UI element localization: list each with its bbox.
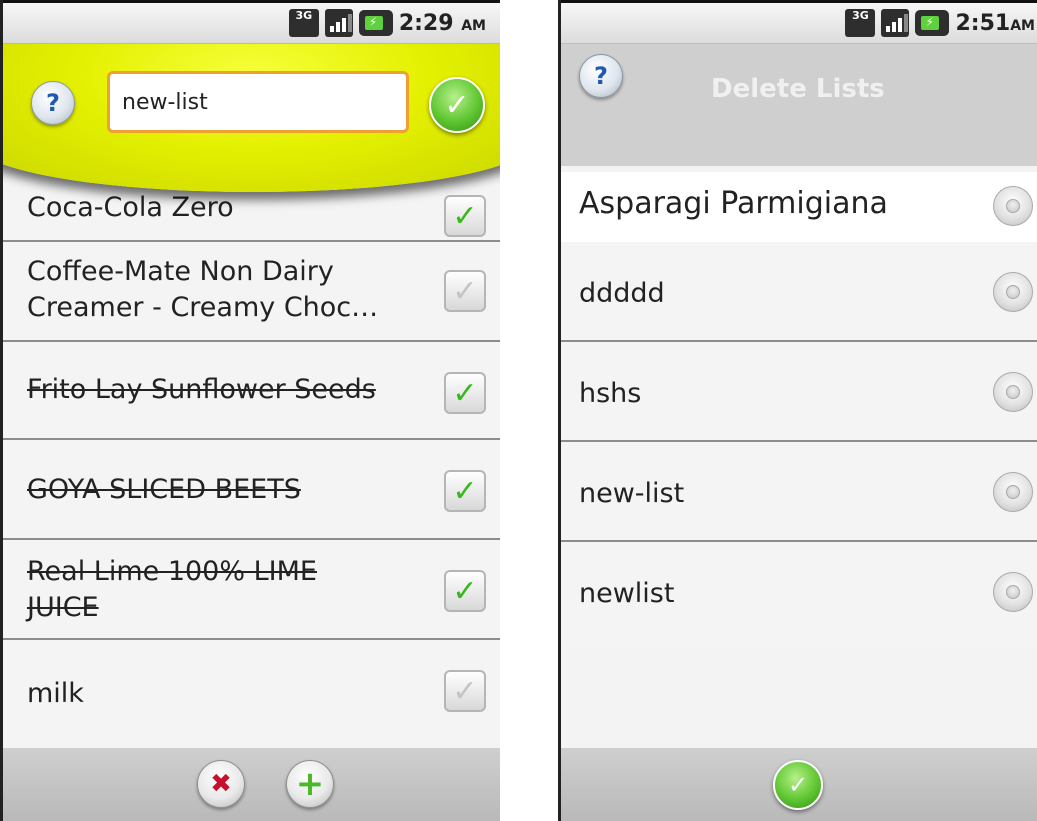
list-item[interactable]: hshs — [561, 342, 1037, 442]
bottom-toolbar: ✓ — [561, 748, 1037, 821]
select-radio[interactable] — [993, 186, 1033, 226]
checkmark-icon: ✓ — [444, 87, 470, 123]
status-clock: 2:51AM — [955, 10, 1035, 36]
list-name-header: ? ✓ — [3, 44, 500, 192]
list-name-input[interactable] — [107, 71, 409, 133]
list-item-label: GOYA SLICED BEETS — [27, 474, 301, 505]
list-item[interactable]: GOYA SLICED BEETS ✓ — [3, 440, 500, 540]
cancel-button[interactable]: ✖ — [197, 760, 245, 808]
list-item[interactable]: Coffee-Mate Non Dairy Creamer - Creamy C… — [3, 242, 500, 342]
signal-strength-icon — [324, 9, 353, 37]
list-item[interactable]: Real Lime 100% LIME JUICE ✓ — [3, 540, 500, 640]
list-item-label: hshs — [579, 378, 642, 409]
checkmark-icon: ✓ — [787, 771, 809, 799]
confirm-button[interactable]: ✓ — [429, 77, 485, 133]
select-radio[interactable] — [993, 272, 1033, 312]
select-radio[interactable] — [993, 372, 1033, 412]
status-bar: 3G ⚡ 2:29 AM — [3, 0, 500, 44]
list-item-label: Real Lime 100% LIME JUICE — [27, 556, 317, 623]
list-item[interactable]: milk ✓ — [3, 640, 500, 750]
3g-network-icon: 3G — [288, 9, 319, 37]
list-item-label: Frito Lay Sunflower Seeds — [27, 374, 376, 405]
signal-strength-icon — [881, 9, 910, 37]
item-checkbox[interactable]: ✓ — [444, 372, 486, 414]
question-icon: ? — [594, 62, 608, 90]
battery-charging-icon: ⚡ — [915, 10, 950, 36]
list-item-label: new-list — [579, 478, 685, 509]
right-phone-screen: 3G ⚡ 2:51AM ? Delete Lists Asparagi Parm… — [558, 0, 1037, 821]
select-radio[interactable] — [993, 572, 1033, 612]
item-checkbox[interactable]: ✓ — [444, 270, 486, 312]
red-x-icon: ✖ — [210, 769, 232, 799]
list-item[interactable]: Frito Lay Sunflower Seeds ✓ — [3, 342, 500, 440]
help-button[interactable]: ? — [579, 54, 623, 98]
list-item-label: newlist — [579, 578, 675, 609]
add-item-button[interactable]: + — [286, 760, 334, 808]
page-title: Delete Lists — [711, 74, 885, 104]
list-item[interactable]: new-list — [561, 442, 1037, 542]
list-item-label: ddddd — [579, 278, 665, 309]
item-checkbox[interactable]: ✓ — [444, 470, 486, 512]
3g-network-icon: 3G — [845, 9, 876, 37]
list-item[interactable]: Asparagi Parmigiana — [561, 172, 1037, 242]
item-checkbox[interactable]: ✓ — [444, 195, 486, 237]
list-item-label: Asparagi Parmigiana — [579, 186, 888, 221]
delete-lists-header: ? Delete Lists — [561, 44, 1037, 166]
help-button[interactable]: ? — [31, 81, 75, 125]
list-item-label: Coffee-Mate Non Dairy Creamer - Creamy C… — [27, 256, 379, 323]
battery-charging-icon: ⚡ — [358, 10, 393, 36]
list-item[interactable]: newlist — [561, 542, 1037, 642]
confirm-delete-button[interactable]: ✓ — [773, 760, 823, 810]
list-item-label: Coca-Cola Zero — [27, 192, 234, 223]
status-bar: 3G ⚡ 2:51AM — [561, 0, 1037, 44]
item-checkbox[interactable]: ✓ — [444, 570, 486, 612]
list-item[interactable]: ddddd — [561, 242, 1037, 342]
item-checkbox[interactable]: ✓ — [444, 670, 486, 712]
select-radio[interactable] — [993, 472, 1033, 512]
left-phone-screen: 3G ⚡ 2:29 AM Coca-Cola Zero ✓ Coffee-Mat… — [0, 0, 500, 821]
plus-icon: + — [295, 764, 325, 804]
bottom-toolbar: ✖ + — [3, 748, 500, 821]
list-item-label: milk — [27, 678, 84, 709]
question-icon: ? — [46, 89, 60, 117]
status-clock: 2:29 AM — [398, 10, 486, 36]
